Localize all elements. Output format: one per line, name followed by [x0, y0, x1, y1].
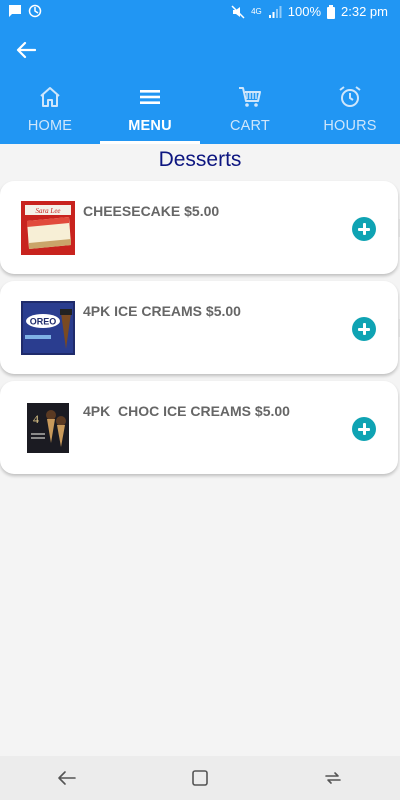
- svg-text:Sara Lee: Sara Lee: [35, 207, 60, 215]
- menu-icon: [140, 90, 160, 104]
- menu-content: Desserts Sara Lee CHEESECAKE $5.00 OREO …: [0, 144, 400, 756]
- choc-ice-cream-product-image: 4: [27, 403, 69, 453]
- menu-item-card[interactable]: 4 4PK CHOC ICE CREAMS $5.00: [0, 381, 398, 474]
- tab-bar: HOME MENU CART HOURS: [0, 80, 400, 144]
- alarm-clock-icon: [339, 86, 361, 107]
- battery-icon: [327, 4, 336, 19]
- add-to-cart-button[interactable]: [352, 417, 376, 441]
- system-navigation-bar: [0, 756, 400, 800]
- clock-time: 2:32 pm: [341, 4, 388, 19]
- network-type: 4G: [251, 7, 262, 16]
- recent-apps-icon: [325, 772, 342, 784]
- add-to-cart-button[interactable]: [352, 317, 376, 341]
- oreo-ice-cream-product-image: OREO: [21, 301, 75, 355]
- menu-item-name: 4PK CHOC ICE CREAMS $5.00: [83, 403, 290, 419]
- app-bar: HOME MENU CART HOURS: [0, 24, 400, 144]
- tab-home[interactable]: HOME: [0, 80, 100, 144]
- menu-item-card[interactable]: Sara Lee CHEESECAKE $5.00: [0, 181, 400, 274]
- menu-item-name: 4PK ICE CREAMS $5.00: [83, 303, 241, 319]
- tab-label: CART: [229, 118, 270, 134]
- menu-item-card[interactable]: OREO 4PK ICE CREAMS $5.00: [0, 281, 400, 374]
- system-home-button[interactable]: [170, 756, 230, 800]
- svg-text:4: 4: [33, 412, 39, 426]
- message-icon: [9, 5, 21, 17]
- arrow-left-icon: [16, 41, 36, 59]
- menu-item-name: CHEESECAKE $5.00: [83, 203, 220, 219]
- home-icon: [40, 87, 60, 107]
- tab-label: HOME: [27, 118, 73, 134]
- cheesecake-product-image: Sara Lee: [21, 201, 75, 255]
- sync-icon: [28, 4, 42, 18]
- system-recents-button[interactable]: [303, 756, 363, 800]
- home-square-icon: [192, 770, 208, 786]
- system-back-button[interactable]: [37, 756, 97, 800]
- svg-text:OREO: OREO: [30, 317, 57, 327]
- tab-menu[interactable]: MENU: [100, 80, 200, 144]
- battery-percent: 100%: [287, 4, 322, 19]
- back-arrow-icon: [57, 771, 76, 785]
- back-button[interactable]: [12, 38, 40, 62]
- add-to-cart-button[interactable]: [352, 217, 376, 241]
- tab-cart[interactable]: CART: [200, 80, 300, 144]
- mute-icon: [231, 4, 245, 19]
- cart-icon: [239, 87, 261, 107]
- signal-icon: [268, 5, 282, 18]
- tab-label: HOURS: [323, 118, 377, 134]
- page-title: Desserts: [158, 148, 242, 171]
- tab-label: MENU: [128, 118, 172, 134]
- status-bar: 4G 100% 2:32 pm: [0, 0, 400, 24]
- tab-hours[interactable]: HOURS: [300, 80, 400, 144]
